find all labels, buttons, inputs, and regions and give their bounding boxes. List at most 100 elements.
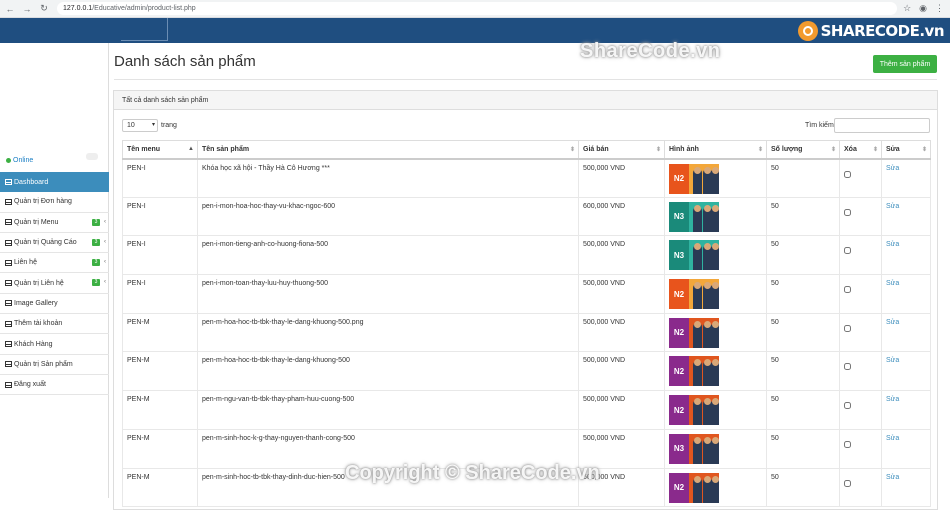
sidebar-item-label: Quản trị Menu xyxy=(14,218,59,226)
edit-link[interactable]: Sửa xyxy=(886,280,899,287)
sidebar-item-1[interactable]: Quản trị Đơn hàng xyxy=(0,192,109,213)
cell-product-name: pen-i-mon-hoa-hoc-thay-vu-khac-ngoc-600 xyxy=(197,196,579,237)
delete-checkbox[interactable] xyxy=(844,247,851,255)
product-thumbnail: N3 xyxy=(669,201,719,232)
brand-box[interactable] xyxy=(121,18,168,41)
teacher-head xyxy=(704,204,711,212)
table-row: PEN-I Khóa học xã hội - Thầy Hà Cô Hương … xyxy=(122,158,931,198)
column-header-3[interactable]: Hình ảnh ⬍ xyxy=(664,140,767,160)
column-header-label: Sửa xyxy=(886,145,900,153)
thumbnail-tag: N2 xyxy=(669,356,689,387)
cell-price: 500,000 VND xyxy=(578,390,665,430)
delete-checkbox[interactable] xyxy=(844,286,851,294)
edit-link[interactable]: Sửa xyxy=(886,357,899,364)
sidebar-item-0[interactable]: Dashboard xyxy=(0,172,109,193)
delete-checkbox[interactable] xyxy=(844,440,851,448)
column-header-2[interactable]: Giá bán ⬍ xyxy=(578,140,665,160)
edit-link[interactable]: Sửa xyxy=(886,435,899,442)
delete-checkbox[interactable] xyxy=(844,402,851,410)
teacher-head xyxy=(694,204,701,212)
cell-image: N3 xyxy=(664,235,767,276)
reload-icon[interactable]: ↻ xyxy=(37,2,51,16)
edit-link[interactable]: Sửa xyxy=(886,241,899,248)
sidebar-item-label: Image Gallery xyxy=(14,299,58,307)
online-status: Online xyxy=(6,157,33,164)
cell-delete xyxy=(839,428,882,469)
product-thumbnail: N2 xyxy=(669,356,719,387)
forward-icon[interactable]: → xyxy=(20,2,34,16)
menu-dots-icon[interactable]: ⋮ xyxy=(935,3,944,14)
back-icon[interactable]: ← xyxy=(3,2,17,16)
watermark-top: ShareCode.vn xyxy=(580,40,721,62)
logo-icon xyxy=(797,21,818,41)
profile-icon[interactable]: ◉ xyxy=(919,3,927,14)
address-bar[interactable]: 127.0.0.1/Educative/admin/product-list.p… xyxy=(57,2,897,15)
delete-checkbox[interactable] xyxy=(844,324,851,332)
edit-link[interactable]: Sửa xyxy=(886,203,899,210)
cell-delete xyxy=(839,235,882,276)
teacher-head xyxy=(704,436,711,444)
cell-price: 500,000 VND xyxy=(578,351,665,392)
table-row: PEN-M pen-m-hoa-hoc-tb-tbk-thay-le-dang-k… xyxy=(122,312,931,353)
thumbnail-tag: N2 xyxy=(669,472,689,503)
sidebar-item-3[interactable]: Quản trị Quảng Cáo 3 ‹ xyxy=(0,233,109,254)
cell-delete xyxy=(839,158,882,198)
cell-product-name: pen-m-hoa-hoc-tb-tbk-thay-le-dang-khuong… xyxy=(197,312,579,353)
product-thumbnail: N2 xyxy=(669,395,719,426)
delete-checkbox[interactable] xyxy=(844,208,851,216)
add-product-button[interactable]: Thêm sản phẩm xyxy=(873,55,937,73)
edit-link[interactable]: Sửa xyxy=(886,474,899,481)
column-header-6[interactable]: Sửa ⬍ xyxy=(881,140,931,160)
cell-edit: Sửa xyxy=(881,158,931,198)
cell-quantity: 50 xyxy=(766,312,840,353)
page-length-label: trang xyxy=(161,122,177,129)
product-thumbnail: N2 xyxy=(669,163,719,194)
sidebar-item-4[interactable]: Liên hệ 3 ‹ xyxy=(0,253,109,274)
delete-checkbox[interactable] xyxy=(844,363,851,371)
table-icon xyxy=(5,300,12,307)
sidebar-item-8[interactable]: Khách Hàng xyxy=(0,334,109,355)
url-path: /Educative/admin/product-list.php xyxy=(92,5,196,12)
divider xyxy=(114,79,937,80)
bookmark-star-icon[interactable]: ☆ xyxy=(903,3,911,14)
delete-checkbox[interactable] xyxy=(844,479,851,487)
page-length-select[interactable]: 10 xyxy=(122,119,158,132)
cell-delete xyxy=(839,274,882,314)
sidebar-item-2[interactable]: Quản trị Menu 3 ‹ xyxy=(0,213,109,233)
cell-edit: Sửa xyxy=(881,196,931,237)
delete-checkbox[interactable] xyxy=(844,170,851,178)
sort-icon: ▲ xyxy=(188,146,194,152)
teacher-head xyxy=(694,166,701,174)
sidebar-item-9[interactable]: Quản trị Sản phẩm xyxy=(0,355,109,375)
edit-link[interactable]: Sửa xyxy=(886,165,899,172)
chevron-left-icon: ‹ xyxy=(104,218,106,225)
cell-quantity: 50 xyxy=(766,196,840,237)
sidebar-item-7[interactable]: Thêm tài khoản xyxy=(0,314,109,335)
sidebar-item-6[interactable]: Image Gallery xyxy=(0,294,109,315)
sort-icon: ⬍ xyxy=(569,147,575,153)
sidebar-item-label: Liên hệ xyxy=(14,259,37,267)
edit-link[interactable]: Sửa xyxy=(886,319,899,326)
cell-quantity: 50 xyxy=(766,235,840,276)
column-header-5[interactable]: Xóa ⬍ xyxy=(839,140,882,160)
table-body: PEN-I Khóa học xã hội - Thầy Hà Cô Hương … xyxy=(122,158,931,508)
product-thumbnail: N2 xyxy=(669,317,719,348)
url-host: 127.0.0.1 xyxy=(63,5,93,12)
cell-image: N2 xyxy=(664,312,767,353)
sidebar-item-10[interactable]: Đăng xuất xyxy=(0,375,109,396)
cell-image: N3 xyxy=(664,196,767,237)
cell-edit: Sửa xyxy=(881,312,931,353)
edit-link[interactable]: Sửa xyxy=(886,396,899,403)
search-input[interactable] xyxy=(834,118,930,133)
column-header-4[interactable]: Số lượng ⬍ xyxy=(766,140,840,160)
teacher-head xyxy=(712,282,719,290)
column-header-1[interactable]: Tên sản phẩm ⬍ xyxy=(197,140,579,160)
sidebar-item-5[interactable]: Quản trị Liên hệ 3 ‹ xyxy=(0,273,109,294)
count-badge: 3 xyxy=(92,259,100,267)
column-header-0[interactable]: Tên menu ▲ xyxy=(122,140,198,160)
sidebar-toggle[interactable] xyxy=(86,153,98,160)
panel-title: Tất cả danh sách sản phẩm xyxy=(114,91,937,110)
watermark-bottom: Copyright © ShareCode.vn xyxy=(345,462,600,484)
cell-menu: PEN-I xyxy=(122,274,198,314)
table-row: PEN-M pen-m-hoa-hoc-tb-tbk-thay-le-dang-k… xyxy=(122,351,931,392)
